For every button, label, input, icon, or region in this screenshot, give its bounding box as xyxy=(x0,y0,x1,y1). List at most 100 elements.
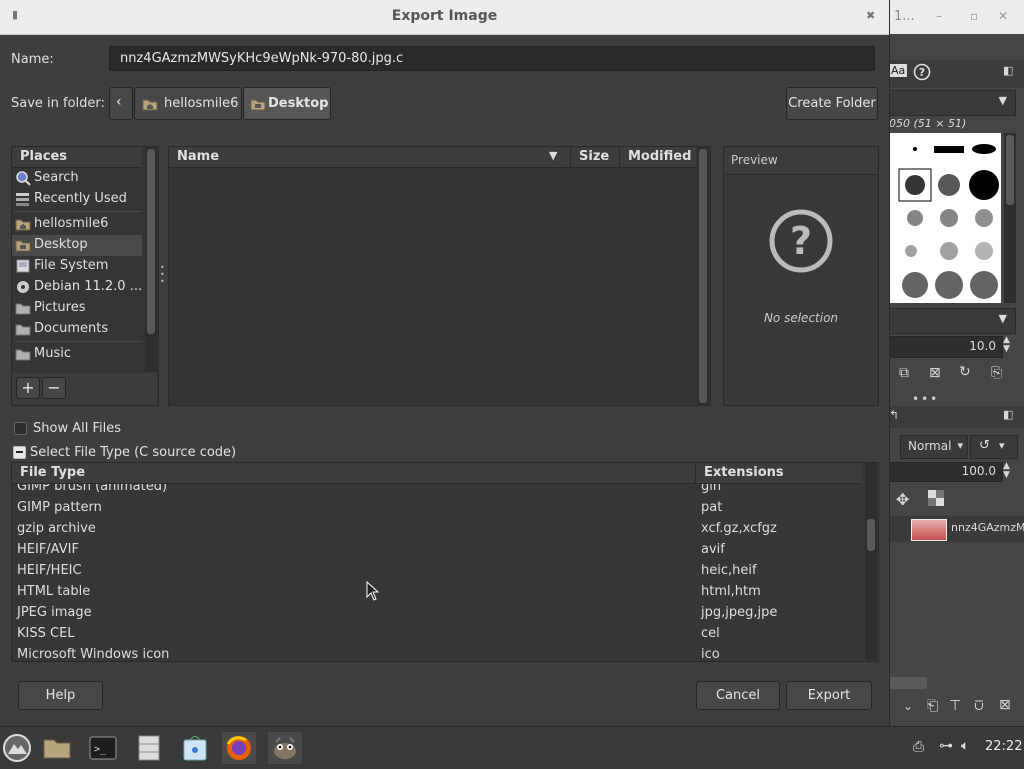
move-icon[interactable]: ✥ xyxy=(896,490,909,509)
path-back-button[interactable]: ‹ xyxy=(109,87,133,120)
brush-grid-scrollbar[interactable] xyxy=(1004,133,1016,303)
path-button-desktop[interactable]: Desktop xyxy=(243,87,331,120)
close-icon[interactable]: ✖ xyxy=(866,9,875,22)
file-type-scrollbar[interactable] xyxy=(865,463,877,660)
create-folder-button[interactable]: Create Folder xyxy=(786,87,878,120)
layers-tab-icon[interactable]: ↰ xyxy=(889,408,899,422)
layer-mode-reset[interactable]: ↺ ▾ xyxy=(970,435,1018,459)
help-icon[interactable]: ? xyxy=(913,63,931,81)
clock[interactable]: 22:22 xyxy=(985,739,1022,754)
place-debian[interactable]: Debian 11.2.0 ... xyxy=(14,277,150,297)
select-file-type-label[interactable]: Select File Type (C source code) xyxy=(30,445,236,460)
taskbar-firefox[interactable] xyxy=(222,732,256,764)
taskbar: >_ ⎙ ⊶ 🔈︎ 22:22 xyxy=(0,726,1024,769)
chevron-down-icon[interactable]: ⌄ xyxy=(903,699,913,713)
table-row[interactable]: KISS CEL cel xyxy=(13,624,862,645)
taskbar-store[interactable] xyxy=(178,732,212,764)
cancel-button[interactable]: Cancel xyxy=(696,681,780,710)
place-desktop[interactable]: Desktop xyxy=(14,235,150,255)
network-icon[interactable]: ⊶ xyxy=(939,738,953,754)
help-button[interactable]: Help xyxy=(18,681,103,710)
taskbar-archive[interactable] xyxy=(132,732,166,764)
path-label-home: hellosmile6 xyxy=(164,96,239,111)
refresh-icon[interactable]: ↻ xyxy=(959,364,971,380)
layers-scrollbar[interactable] xyxy=(889,677,927,689)
add-bookmark-button[interactable]: + xyxy=(16,377,40,399)
show-all-files-label: Show All Files xyxy=(33,421,121,436)
brush-category-select[interactable]: ▼ xyxy=(889,90,1016,116)
app-menu-button[interactable] xyxy=(0,732,34,764)
table-row[interactable]: Microsoft Windows icon ico xyxy=(13,645,862,660)
column-name[interactable]: Name xyxy=(177,149,219,164)
path-button-home[interactable]: hellosmile6 xyxy=(134,87,242,120)
table-row[interactable]: GIMP brush (animated) gih xyxy=(13,484,862,498)
column-extensions[interactable]: Extensions xyxy=(704,465,784,480)
alpha-lock-icon[interactable] xyxy=(928,490,944,506)
pane-resize-handle[interactable]: • • • xyxy=(160,264,166,286)
layer-opacity-field[interactable]: 100.0 xyxy=(889,462,1003,482)
place-pictures[interactable]: Pictures xyxy=(14,298,150,318)
table-row[interactable]: HEIF/HEIC heic,heif xyxy=(13,561,862,582)
table-row[interactable]: HTML table html,htm xyxy=(13,582,862,603)
sort-chevron-down-icon[interactable]: ▼ xyxy=(549,149,557,162)
spin-arrows-icon[interactable]: ▲ ▼ xyxy=(1003,336,1010,354)
taskbar-terminal[interactable]: >_ xyxy=(86,732,120,764)
place-music[interactable]: Music xyxy=(14,344,150,364)
chevron-down-icon: ▾ xyxy=(999,439,1005,452)
brush-size-label: 050 (51 × 51) xyxy=(889,117,967,130)
filename-input[interactable] xyxy=(109,46,875,71)
spin-arrows-icon[interactable]: ▲ ▼ xyxy=(1003,462,1010,480)
layer-name: nnz4GAzmzM xyxy=(951,521,1024,534)
volume-icon[interactable]: 🔈︎ xyxy=(961,738,969,754)
table-row[interactable]: JPEG image jpg,jpeg,jpe xyxy=(13,603,862,624)
taskbar-gimp[interactable] xyxy=(268,732,302,764)
delete-layer-icon[interactable]: ⊠ xyxy=(999,697,1011,713)
remove-bookmark-button[interactable]: − xyxy=(42,377,66,399)
layer-opacity-value: 100.0 xyxy=(961,464,996,478)
brush-spacing-field[interactable]: 10.0 xyxy=(889,336,1003,358)
brush-tag-select[interactable]: ▼ xyxy=(889,308,1016,334)
minimize-icon[interactable]: – xyxy=(936,9,942,23)
column-file-type[interactable]: File Type xyxy=(20,465,85,480)
open-as-image-icon[interactable]: ⎘ xyxy=(991,365,1002,381)
delete-icon[interactable]: ⊠ xyxy=(929,365,941,381)
place-documents[interactable]: Documents xyxy=(14,319,150,339)
places-scrollbar[interactable] xyxy=(145,147,157,372)
table-row[interactable]: HEIF/AVIF avif xyxy=(13,540,862,561)
place-search[interactable]: Search xyxy=(14,168,150,188)
place-recently-used[interactable]: Recently Used xyxy=(14,189,150,209)
place-home[interactable]: hellosmile6 xyxy=(14,214,150,234)
brush-grid[interactable] xyxy=(889,133,1001,303)
file-type-expander[interactable] xyxy=(13,446,26,459)
anchor-icon[interactable]: ⩂ xyxy=(974,698,984,714)
layer-tree-icon[interactable]: ⊤ xyxy=(949,698,961,714)
new-layer-icon[interactable]: ⎗ xyxy=(927,698,938,714)
dock-menu-icon[interactable]: ◧ xyxy=(1003,64,1013,77)
files-scrollbar[interactable] xyxy=(697,147,709,405)
text-tool-icon[interactable]: Aa xyxy=(889,64,908,77)
dock-menu-icon[interactable]: ◧ xyxy=(1003,408,1013,421)
preview-header-label: Preview xyxy=(731,153,778,167)
table-row[interactable]: gzip archive xcf.gz,xcfgz xyxy=(13,519,862,540)
dock-separator-handle[interactable]: ••• xyxy=(912,392,939,406)
duplicate-icon[interactable]: ⧉ xyxy=(899,365,909,381)
printer-icon[interactable]: ⎙ xyxy=(913,739,924,755)
disc-icon xyxy=(15,279,31,295)
layer-mode-select[interactable]: Normal ▾ xyxy=(900,435,968,459)
export-button[interactable]: Export xyxy=(786,681,872,710)
taskbar-file-manager[interactable] xyxy=(40,732,74,764)
table-row[interactable]: GIMP pattern pat xyxy=(13,498,862,519)
layer-actions: ⌄ ⎗ ⊤ ⩂ ⊠ xyxy=(889,696,1024,720)
close-icon[interactable]: ✕ xyxy=(998,9,1008,23)
drive-icon xyxy=(15,258,31,274)
file-type-rows: GIMP brush (animated) gih GIMP pattern pat… xyxy=(12,484,862,660)
column-modified[interactable]: Modified xyxy=(628,149,691,164)
layer-row[interactable]: nnz4GAzmzM xyxy=(889,516,1024,542)
show-all-files-checkbox[interactable] xyxy=(14,422,27,435)
column-size[interactable]: Size xyxy=(579,149,609,164)
place-file-system[interactable]: File System xyxy=(14,256,150,276)
desktop-folder-icon xyxy=(250,97,266,111)
maximize-icon[interactable]: ▫ xyxy=(970,9,978,23)
places-toolbar: + − xyxy=(12,373,157,405)
home-folder-icon xyxy=(15,216,31,232)
